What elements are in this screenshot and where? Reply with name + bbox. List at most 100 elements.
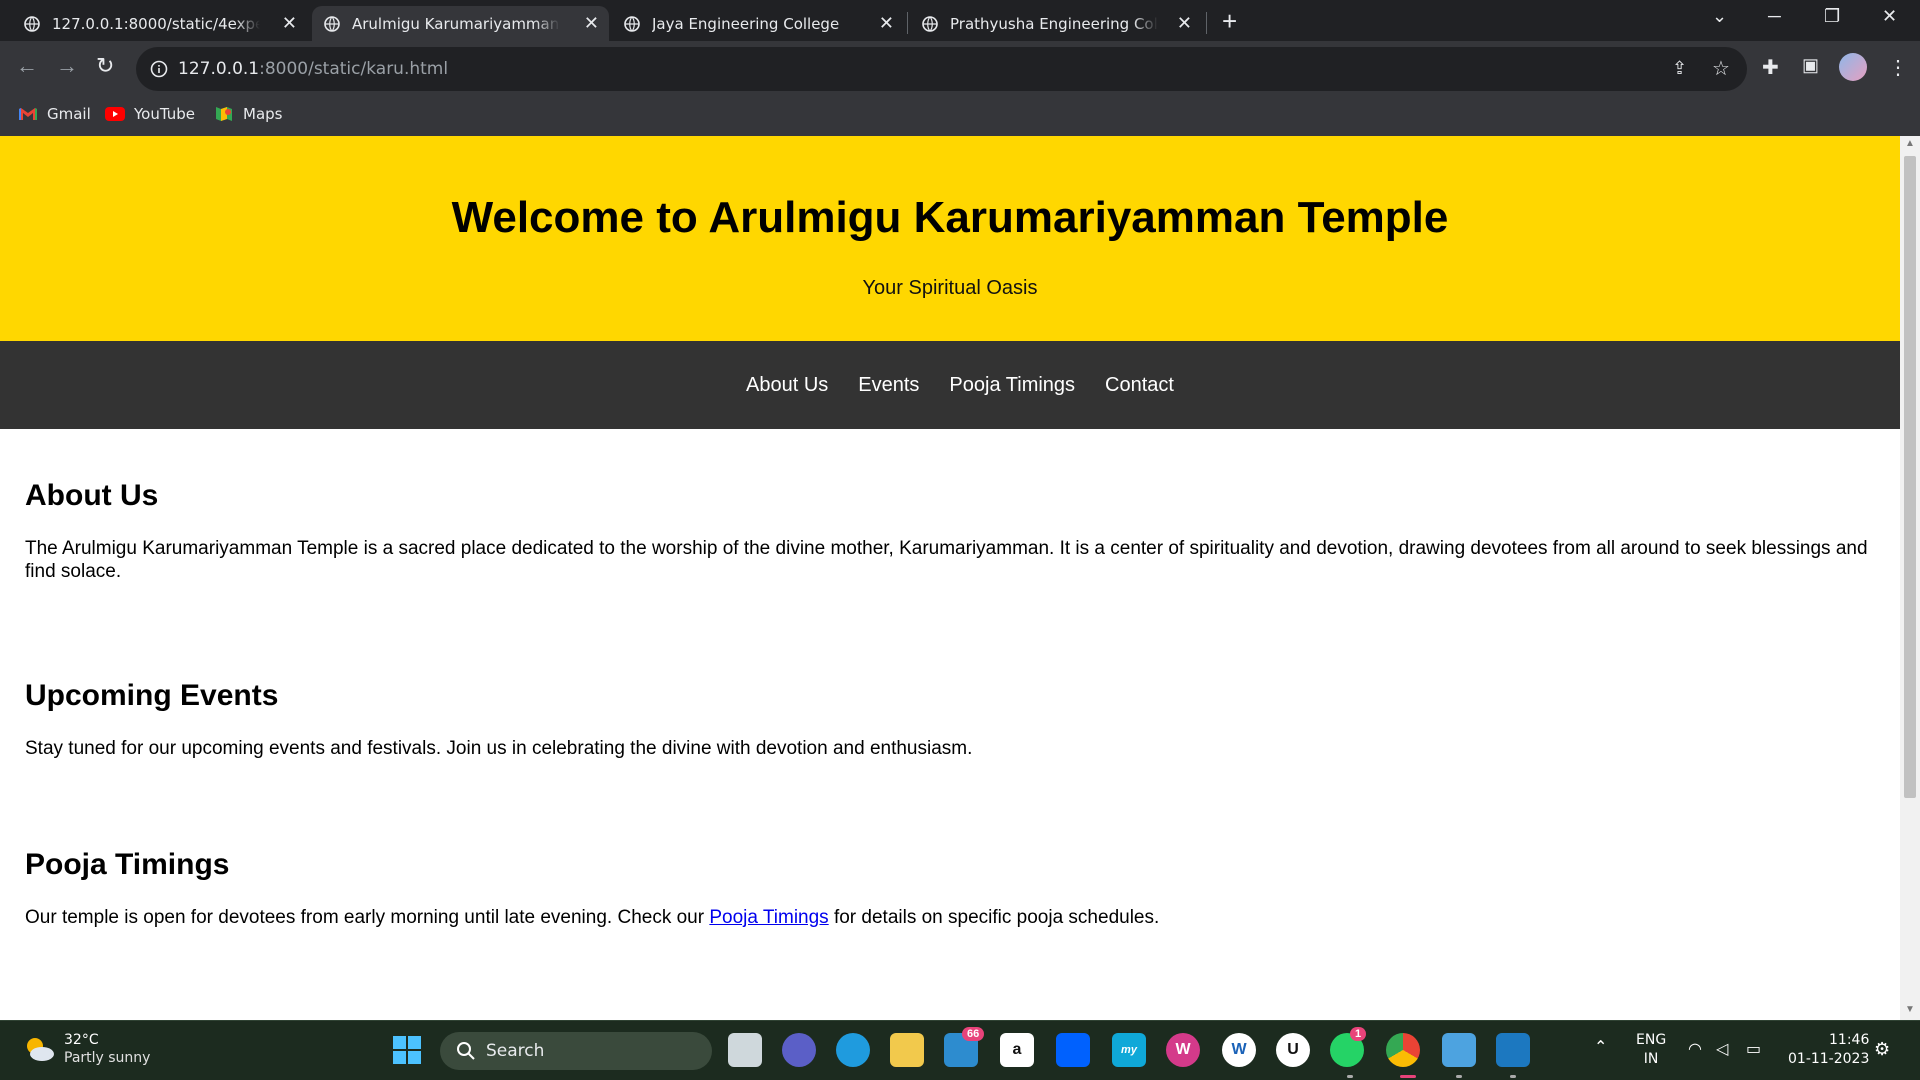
file-explorer-icon[interactable] xyxy=(890,1033,924,1067)
menu-icon[interactable]: ⋮ xyxy=(1888,55,1908,80)
reload-icon[interactable]: ↻ xyxy=(96,53,114,79)
tab-4exper[interactable]: 127.0.0.1:8000/static/4exper.html ✕ xyxy=(12,6,307,41)
about-section: About Us The Arulmigu Karumariyamman Tem… xyxy=(0,429,1900,583)
scroll-up-icon[interactable]: ▲ xyxy=(1905,138,1915,149)
globe-icon xyxy=(624,15,640,32)
maps-icon xyxy=(216,107,232,121)
wifi-icon[interactable]: ◠ xyxy=(1688,1039,1702,1058)
start-button[interactable] xyxy=(390,1033,424,1067)
address-bar[interactable]: 127.0.0.1:8000/static/karu.html ⇪ ☆ xyxy=(136,47,1747,91)
profile-avatar[interactable] xyxy=(1839,53,1867,81)
hero-title: Welcome to Arulmigu Karumariyamman Templ… xyxy=(451,193,1449,242)
tab-search-icon[interactable]: ⌄ xyxy=(1712,6,1727,27)
bookmarks-bar: Gmail YouTube Maps xyxy=(0,97,1920,136)
tab-title: Arulmigu Karumariyamman Temple xyxy=(352,14,560,33)
nav-events[interactable]: Events xyxy=(858,374,919,397)
pooja-heading: Pooja Timings xyxy=(25,848,230,881)
bookmark-maps[interactable]: Maps xyxy=(214,105,282,123)
chat-icon[interactable] xyxy=(782,1033,816,1067)
task-view-icon[interactable] xyxy=(728,1033,762,1067)
whatsapp-badge: 1 xyxy=(1350,1027,1367,1041)
show-hidden-icons[interactable]: ⌃ xyxy=(1594,1037,1607,1056)
pooja-timings-link[interactable]: Pooja Timings xyxy=(709,907,828,928)
wps-icon[interactable]: W xyxy=(1166,1033,1200,1067)
url-text: 127.0.0.1:8000/static/karu.html xyxy=(178,59,448,79)
mail-badge: 66 xyxy=(962,1027,985,1041)
minimize-icon[interactable]: ─ xyxy=(1768,6,1781,27)
bookmark-gmail[interactable]: Gmail xyxy=(18,105,91,123)
extensions-icon[interactable]: ✚ xyxy=(1762,55,1779,80)
close-tab-icon[interactable]: ✕ xyxy=(282,13,297,34)
info-icon[interactable] xyxy=(150,60,168,78)
events-heading: Upcoming Events xyxy=(25,679,279,712)
bookmark-star-icon[interactable]: ☆ xyxy=(1712,56,1730,81)
page-viewport: Welcome to Arulmigu Karumariyamman Templ… xyxy=(0,136,1900,1020)
word-app-icon[interactable]: W xyxy=(1222,1033,1256,1067)
tab-separator xyxy=(1206,12,1207,34)
scrollbar-thumb[interactable] xyxy=(1904,156,1916,798)
bookmark-label: YouTube xyxy=(134,105,195,123)
clock-date: 01-11-2023 xyxy=(1788,1051,1870,1067)
globe-icon xyxy=(24,15,40,32)
browser-toolbar: ← → ↻ 127.0.0.1:8000/static/karu.html ⇪ … xyxy=(0,41,1920,97)
about-heading: About Us xyxy=(25,479,159,512)
taskbar-search[interactable]: Search xyxy=(440,1032,712,1070)
partly-sunny-icon xyxy=(27,1038,54,1061)
tab-title: Prathyusha Engineering College xyxy=(950,14,1158,33)
forward-icon[interactable]: → xyxy=(56,53,78,79)
close-tab-icon[interactable]: ✕ xyxy=(584,13,599,34)
notification-icon[interactable]: ⚙ xyxy=(1874,1039,1890,1060)
globe-icon xyxy=(922,15,938,32)
close-tab-icon[interactable]: ✕ xyxy=(1177,13,1192,34)
nav-pooja-timings[interactable]: Pooja Timings xyxy=(949,374,1075,397)
pooja-text: Our temple is open for devotees from ear… xyxy=(25,906,1875,929)
dropbox-icon[interactable] xyxy=(1056,1033,1090,1067)
taskbar: 32°C Partly sunny Search 66 a my W W U 1… xyxy=(0,1020,1920,1080)
search-icon xyxy=(457,1042,475,1060)
tab-prathyusha[interactable]: Prathyusha Engineering College ✕ xyxy=(910,6,1202,41)
nav-about-us[interactable]: About Us xyxy=(746,374,828,397)
scroll-down-icon[interactable]: ▼ xyxy=(1905,1004,1915,1015)
chrome-icon[interactable] xyxy=(1386,1033,1420,1067)
back-icon[interactable]: ← xyxy=(16,53,38,79)
close-tab-icon[interactable]: ✕ xyxy=(879,13,894,34)
amazon-icon[interactable]: a xyxy=(1000,1033,1034,1067)
bookmark-youtube[interactable]: YouTube xyxy=(105,105,195,123)
battery-icon[interactable]: ▭ xyxy=(1746,1039,1761,1058)
page-scrollbar[interactable]: ▲ ▼ xyxy=(1900,136,1920,1020)
volume-icon[interactable]: ◁ xyxy=(1716,1039,1728,1058)
bookmark-label: Maps xyxy=(243,105,283,123)
clock[interactable]: 11:46 01-11-2023 xyxy=(1788,1031,1869,1069)
events-section: Upcoming Events Stay tuned for our upcom… xyxy=(0,583,1900,760)
tab-karumariyamman[interactable]: Arulmigu Karumariyamman Temple ✕ xyxy=(312,6,609,41)
running-indicator xyxy=(1510,1075,1516,1078)
site-header: Welcome to Arulmigu Karumariyamman Templ… xyxy=(0,136,1900,341)
weather-widget[interactable]: 32°C Partly sunny xyxy=(22,1031,150,1067)
unreal-icon[interactable]: U xyxy=(1276,1033,1310,1067)
events-text: Stay tuned for our upcoming events and f… xyxy=(25,738,973,759)
pooja-section: Pooja Timings Our temple is open for dev… xyxy=(0,760,1900,929)
tab-separator xyxy=(907,12,908,34)
restore-icon[interactable]: ❐ xyxy=(1824,6,1840,27)
new-tab-button[interactable]: + xyxy=(1222,6,1237,37)
mylio-icon[interactable]: my xyxy=(1112,1033,1146,1067)
vscode-icon[interactable] xyxy=(1496,1033,1530,1067)
tab-jaya[interactable]: Jaya Engineering College ✕ xyxy=(612,6,904,41)
pooja-text-after: for details on specific pooja schedules. xyxy=(828,907,1160,928)
site-nav: About Us Events Pooja Timings Contact xyxy=(0,341,1900,429)
clock-time: 11:46 xyxy=(1829,1032,1870,1048)
language-indicator[interactable]: ENG IN xyxy=(1636,1031,1666,1069)
notepad-icon[interactable] xyxy=(1442,1033,1476,1067)
weather-condition: Partly sunny xyxy=(64,1050,151,1066)
url-path: :8000/static/karu.html xyxy=(259,59,449,79)
youtube-icon xyxy=(105,107,125,121)
side-panel-icon[interactable]: ▣ xyxy=(1802,55,1819,76)
close-window-icon[interactable]: ✕ xyxy=(1882,6,1897,27)
share-icon[interactable]: ⇪ xyxy=(1672,58,1687,79)
gmail-icon xyxy=(19,108,37,120)
running-indicator xyxy=(1347,1075,1353,1078)
weather-temp: 32°C xyxy=(64,1032,99,1048)
edge-icon[interactable] xyxy=(836,1033,870,1067)
nav-contact[interactable]: Contact xyxy=(1105,374,1174,397)
language-code: ENG xyxy=(1636,1032,1667,1048)
